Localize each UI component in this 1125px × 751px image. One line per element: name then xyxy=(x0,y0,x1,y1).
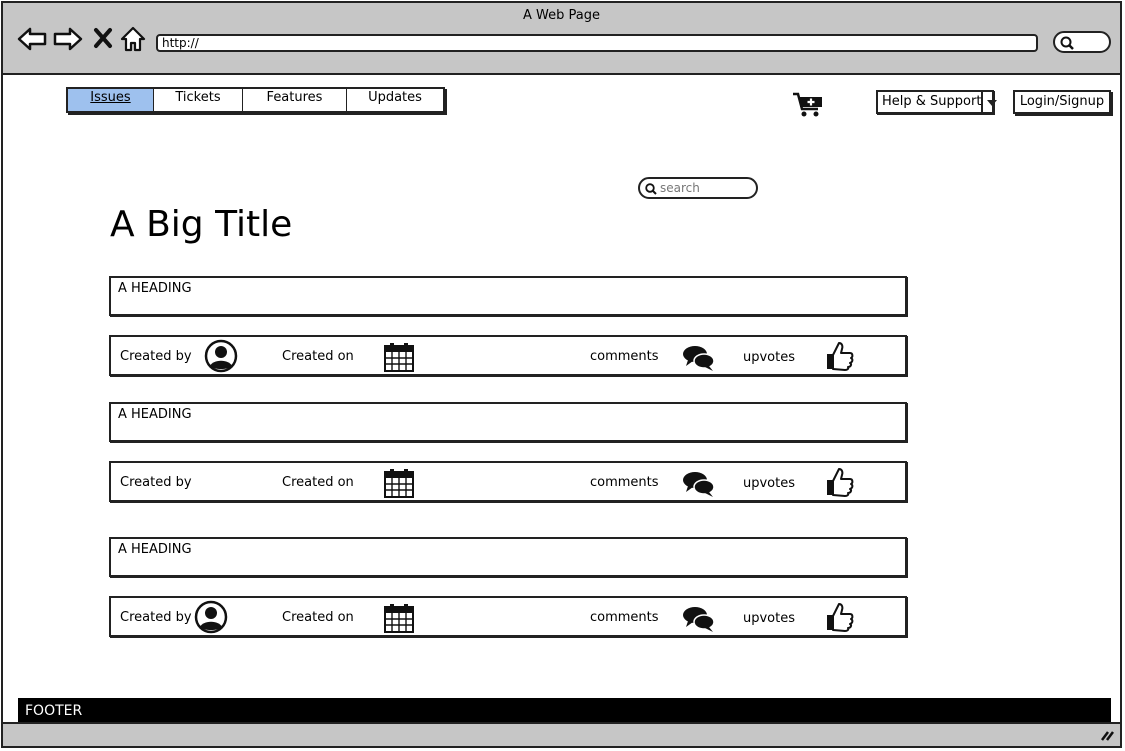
calendar-icon[interactable] xyxy=(383,341,415,373)
upvotes-label: upvotes xyxy=(743,350,796,365)
issue-heading-box[interactable]: A HEADING xyxy=(109,276,907,316)
login-signup-button[interactable]: Login/Signup xyxy=(1013,90,1111,114)
issue-meta-row: Created by Created on comments upvotes xyxy=(109,461,907,502)
search-input[interactable] xyxy=(660,180,750,196)
issue-meta-row: Created by Created on comments upvotes xyxy=(109,596,907,637)
forward-arrow-icon[interactable] xyxy=(52,25,84,53)
page-title: A Big Title xyxy=(110,204,293,245)
tab-features[interactable]: Features xyxy=(243,89,347,111)
upvotes-label: upvotes xyxy=(743,611,796,626)
resize-grip-icon[interactable] xyxy=(1100,729,1114,741)
comments-icon[interactable] xyxy=(682,470,716,498)
search-icon xyxy=(1060,36,1074,50)
avatar-icon[interactable] xyxy=(204,339,238,373)
chevron-down-icon[interactable] xyxy=(983,92,997,112)
issue-heading-box[interactable]: A HEADING xyxy=(109,537,907,577)
comments-label: comments xyxy=(590,349,659,364)
avatar-icon[interactable] xyxy=(194,600,228,634)
created-on-label: Created on xyxy=(282,475,354,490)
address-bar[interactable]: http:// xyxy=(156,34,1038,52)
thumbs-up-icon[interactable] xyxy=(825,601,855,633)
comments-icon[interactable] xyxy=(682,605,716,633)
cart-add-icon[interactable] xyxy=(792,91,826,119)
help-support-dropdown[interactable]: Help & Support xyxy=(876,90,997,114)
comments-label: comments xyxy=(590,610,659,625)
issue-heading: A HEADING xyxy=(118,407,192,422)
browser-search-field[interactable] xyxy=(1053,31,1111,53)
home-icon[interactable] xyxy=(119,25,147,53)
issue-heading: A HEADING xyxy=(118,281,192,296)
calendar-icon[interactable] xyxy=(383,602,415,634)
search-icon xyxy=(645,183,657,195)
browser-window: A Web Page http:// Issues Tickets Featur… xyxy=(1,1,1122,748)
calendar-icon[interactable] xyxy=(383,467,415,499)
help-support-label: Help & Support xyxy=(878,92,984,112)
page-footer: FOOTER xyxy=(18,698,1111,724)
created-by-label: Created by xyxy=(120,475,192,490)
created-on-label: Created on xyxy=(282,610,354,625)
main-tabs: Issues Tickets Features Updates xyxy=(66,87,445,113)
thumbs-up-icon[interactable] xyxy=(825,340,855,372)
issue-heading-box[interactable]: A HEADING xyxy=(109,402,907,442)
stop-icon[interactable] xyxy=(93,27,113,49)
comments-label: comments xyxy=(590,475,659,490)
comments-icon[interactable] xyxy=(682,344,716,372)
tab-issues[interactable]: Issues xyxy=(68,89,154,111)
tab-updates[interactable]: Updates xyxy=(347,89,443,111)
tab-tickets[interactable]: Tickets xyxy=(154,89,243,111)
issue-meta-row: Created by Created on comments upvotes xyxy=(109,335,907,376)
created-by-label: Created by xyxy=(120,610,192,625)
thumbs-up-icon[interactable] xyxy=(825,466,855,498)
created-on-label: Created on xyxy=(282,349,354,364)
search-field[interactable] xyxy=(638,177,758,199)
upvotes-label: upvotes xyxy=(743,476,796,491)
browser-status-bar xyxy=(3,722,1120,746)
browser-chrome: A Web Page http:// xyxy=(3,3,1120,75)
back-arrow-icon[interactable] xyxy=(16,25,48,53)
window-title: A Web Page xyxy=(523,8,600,23)
issue-heading: A HEADING xyxy=(118,542,192,557)
created-by-label: Created by xyxy=(120,349,192,364)
